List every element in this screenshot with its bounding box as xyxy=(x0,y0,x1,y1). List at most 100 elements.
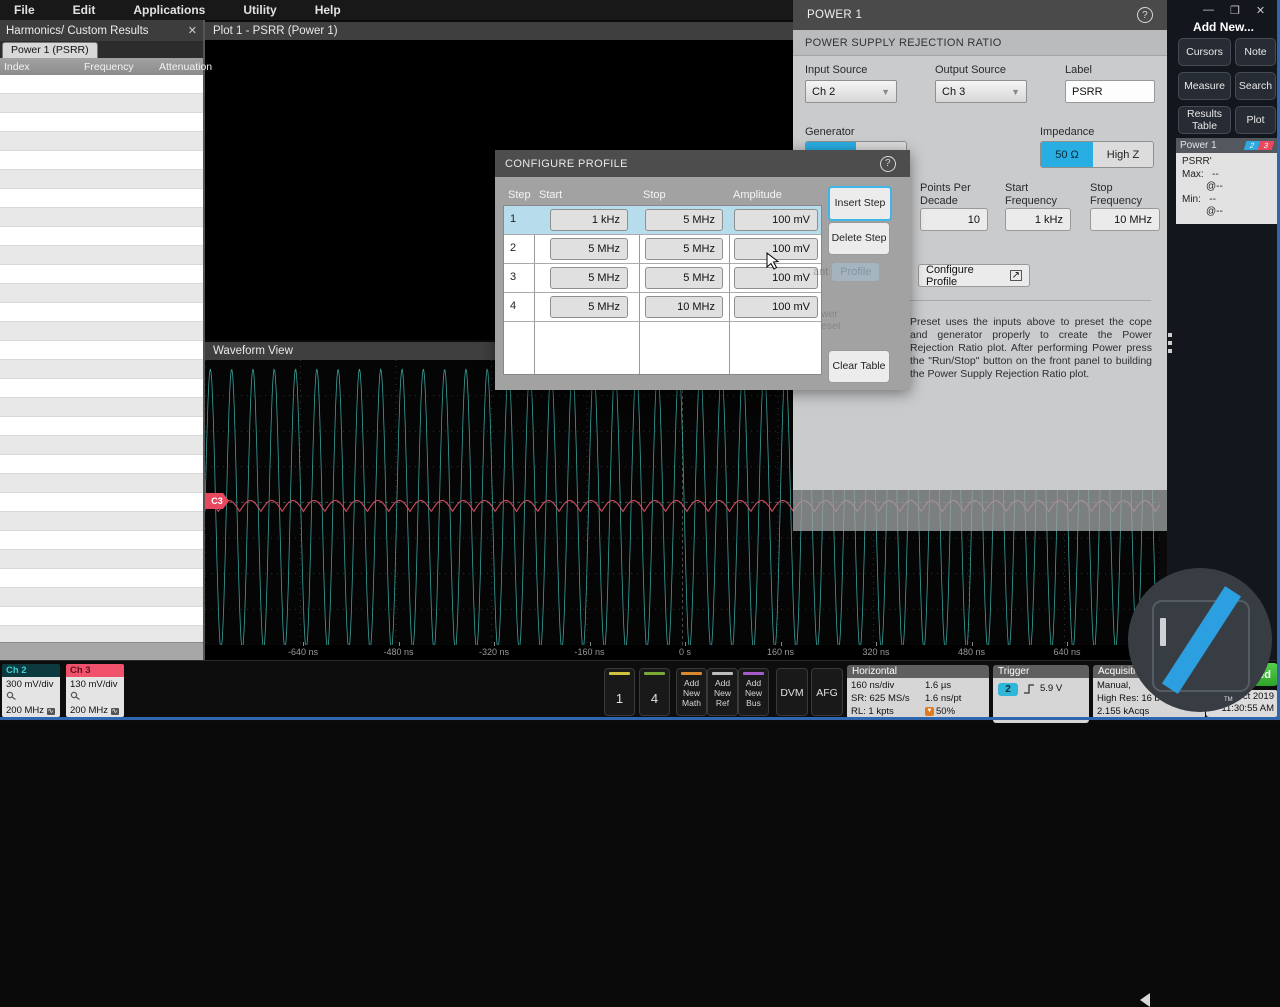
harmonics-results-panel: Harmonics/ Custom Results ✕ Power 1 (PSR… xyxy=(0,20,205,660)
stop-field[interactable]: 5 MHz xyxy=(645,238,723,260)
start-field[interactable]: 1 kHz xyxy=(550,209,628,231)
table-row xyxy=(0,417,203,436)
channel-color-stripe xyxy=(609,672,630,675)
impedance-highz-option[interactable]: High Z xyxy=(1093,142,1153,167)
channel-button-4[interactable]: 4 xyxy=(639,668,670,716)
add-new-button-ref[interactable]: AddNewRef xyxy=(707,668,738,716)
configure-profile-button[interactable]: Configure Profile ↗ xyxy=(918,264,1030,287)
menu-edit[interactable]: Edit xyxy=(73,3,96,17)
table-row xyxy=(0,398,203,417)
sidebar-buttons: CursorsNoteMeasureSearchResults TablePlo… xyxy=(1178,38,1276,134)
help-icon[interactable]: ? xyxy=(1137,7,1153,23)
input-source-dropdown[interactable]: Ch 2 ▼ xyxy=(805,80,897,103)
table-row xyxy=(0,246,203,265)
chevron-down-icon: ▼ xyxy=(881,87,890,97)
horizontal-panel[interactable]: Horizontal 160 ns/div1.6 µsSR: 625 MS/s1… xyxy=(847,665,989,719)
table-row xyxy=(0,379,203,398)
trigger-panel[interactable]: Trigger 2 5.9 V xyxy=(993,665,1089,723)
ch3-bandwidth: 200 MHz xyxy=(70,705,108,716)
col-attenuation: Attenuation xyxy=(155,61,203,73)
col-index: Index xyxy=(0,61,80,73)
panel-drag-handle[interactable] xyxy=(1168,333,1172,357)
output-source-dropdown[interactable]: Ch 3 ▼ xyxy=(935,80,1027,103)
start-frequency-field[interactable]: 1 kHz xyxy=(1005,208,1071,231)
impedance-50ohm-option[interactable]: 50 Ω xyxy=(1041,142,1093,167)
col-start: Start xyxy=(539,189,562,201)
points-per-decade-field[interactable]: 10 xyxy=(920,208,988,231)
amplitude-field[interactable]: 100 mV xyxy=(734,296,818,318)
close-icon[interactable]: ✕ xyxy=(188,24,197,37)
min-at: @-- xyxy=(1182,206,1271,219)
time-tick: -160 ns xyxy=(574,647,604,657)
tick-mark xyxy=(590,642,591,646)
ch3-badge-header[interactable]: Ch 3 xyxy=(66,664,124,677)
max-at: @-- xyxy=(1182,181,1271,194)
power1-result-item[interactable]: Power 1 23 PSRR' Max: -- @-- Min: -- @-- xyxy=(1176,138,1277,224)
help-icon[interactable]: ? xyxy=(880,156,896,172)
sidebar-button-results-table[interactable]: Results Table xyxy=(1178,106,1231,134)
power1-result-header[interactable]: Power 1 23 xyxy=(1176,138,1277,153)
psrr-label: PSRR' xyxy=(1182,156,1271,169)
stop-field[interactable]: 10 MHz xyxy=(645,296,723,318)
collapse-arrow-icon[interactable] xyxy=(1140,993,1150,1007)
time-tick: 320 ns xyxy=(862,647,889,657)
insert-step-button[interactable]: Insert Step xyxy=(828,186,892,221)
delete-step-button[interactable]: Delete Step xyxy=(828,222,890,255)
minimize-icon[interactable]: — xyxy=(1203,4,1214,17)
tick-mark xyxy=(399,642,400,646)
tab-power1-psrr[interactable]: Power 1 (PSRR) xyxy=(2,42,98,58)
table-row xyxy=(0,512,203,531)
step-number: 1 xyxy=(510,213,516,225)
menu-help[interactable]: Help xyxy=(315,3,341,17)
ch3-badge[interactable]: Ch 3 130 mV/div 200 MHz ∿ xyxy=(66,664,124,717)
sidebar-button-cursors[interactable]: Cursors xyxy=(1178,38,1231,66)
sidebar-button-plot[interactable]: Plot xyxy=(1235,106,1276,134)
amplitude-field[interactable]: 100 mV xyxy=(734,209,818,231)
profile-step-row: 1 1 kHz 5 MHz 100 mV xyxy=(504,206,821,235)
sidebar-button-note[interactable]: Note xyxy=(1235,38,1276,66)
table-row xyxy=(0,227,203,246)
stop-field[interactable]: 5 MHz xyxy=(645,209,723,231)
input-source-value: Ch 2 xyxy=(812,86,835,98)
start-field[interactable]: 5 MHz xyxy=(550,267,628,289)
label-input[interactable]: PSRR xyxy=(1065,80,1155,103)
tick-mark xyxy=(972,642,973,646)
sidebar-button-measure[interactable]: Measure xyxy=(1178,72,1231,100)
position-icon: ▼ xyxy=(925,707,934,716)
logo-bar xyxy=(1160,618,1166,646)
results-rows xyxy=(0,75,203,642)
afg-button[interactable]: AFG xyxy=(811,668,843,716)
results-panel-scrollbar[interactable] xyxy=(0,642,203,661)
ch2-badge-header[interactable]: Ch 2 xyxy=(2,664,60,677)
time-tick: -480 ns xyxy=(383,647,413,657)
impedance-toggle[interactable]: 50 Ω High Z xyxy=(1040,141,1154,168)
menu-utility[interactable]: Utility xyxy=(243,3,276,17)
window-controls: — ❐ ✕ xyxy=(1203,4,1265,17)
horizontal-value: 1.6 ns/pt xyxy=(925,692,961,705)
stop-frequency-field[interactable]: 10 MHz xyxy=(1090,208,1160,231)
menu-applications[interactable]: Applications xyxy=(133,3,205,17)
menu-file[interactable]: File xyxy=(14,3,35,17)
stop-field[interactable]: 5 MHz xyxy=(645,267,723,289)
ghost-text: wer xyxy=(821,308,841,320)
start-field[interactable]: 5 MHz xyxy=(550,296,628,318)
max-label: Max: xyxy=(1182,169,1204,180)
step-number: 3 xyxy=(510,271,516,283)
add-new-button-bus[interactable]: AddNewBus xyxy=(738,668,769,716)
button-label: DVM xyxy=(777,687,807,699)
bandwidth-limit-icon: ∿ xyxy=(47,708,55,715)
start-field[interactable]: 5 MHz xyxy=(550,238,628,260)
dialog-titlebar[interactable]: CONFIGURE PROFILE ? xyxy=(495,150,910,177)
add-new-button-math[interactable]: AddNewMath xyxy=(676,668,707,716)
dvm-button[interactable]: DVM xyxy=(776,668,808,716)
restore-icon[interactable]: ❐ xyxy=(1230,4,1240,17)
horizontal-title: Horizontal xyxy=(847,665,989,678)
close-icon[interactable]: ✕ xyxy=(1256,4,1265,17)
channel-button-1[interactable]: 1 xyxy=(604,668,635,716)
clear-table-button[interactable]: Clear Table xyxy=(828,350,890,383)
ch2-badge[interactable]: Ch 2 300 mV/div 200 MHz ∿ xyxy=(2,664,60,717)
output-source-label: Output Source xyxy=(935,64,1006,76)
sidebar-button-search[interactable]: Search xyxy=(1235,72,1276,100)
probe-icon xyxy=(6,691,56,704)
channel-button-label: 1 xyxy=(605,691,634,706)
